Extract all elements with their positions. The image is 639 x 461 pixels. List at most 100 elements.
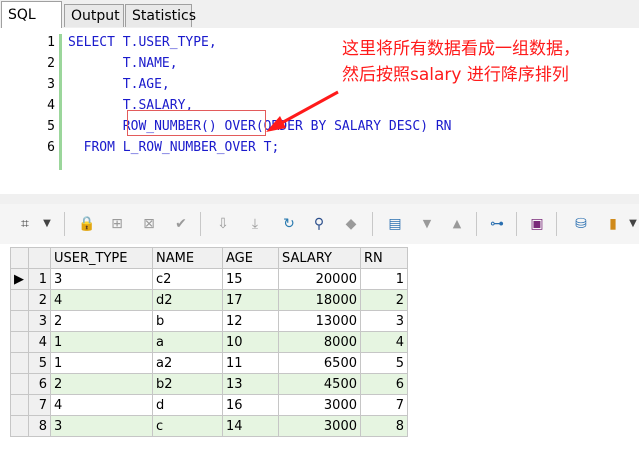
- cell-rn[interactable]: 7: [360, 394, 408, 416]
- change-marker-bar: [59, 34, 62, 170]
- cell-name[interactable]: b: [152, 310, 223, 332]
- column-header-rn[interactable]: RN: [360, 247, 408, 269]
- table-row[interactable]: ▶ 1 3 c2 15 20000 1: [10, 268, 408, 290]
- sort-descending-icon[interactable]: ▼: [418, 215, 436, 233]
- cell-name[interactable]: d2: [152, 289, 223, 311]
- cell-user-type[interactable]: 2: [50, 373, 153, 395]
- column-header-salary[interactable]: SALARY: [278, 247, 361, 269]
- insert-row-icon[interactable]: ⊞: [108, 215, 126, 233]
- cell-rn[interactable]: 4: [360, 331, 408, 353]
- sql-editor[interactable]: 1 2 3 4 5 6 SELECT T.USER_TYPE, T.NAME, …: [0, 28, 639, 195]
- table-row[interactable]: 8 3 c 14 3000 8: [10, 415, 408, 437]
- post-check-icon[interactable]: ✔: [172, 215, 190, 233]
- move-last-icon[interactable]: ⤓: [246, 215, 264, 233]
- export-icon[interactable]: ⛁: [572, 215, 590, 233]
- cell-age[interactable]: 14: [222, 415, 279, 437]
- cell-age[interactable]: 11: [222, 352, 279, 374]
- cell-user-type[interactable]: 3: [50, 268, 153, 290]
- cell-salary[interactable]: 13000: [278, 310, 361, 332]
- line-number: 2: [47, 56, 55, 71]
- cell-name[interactable]: b2: [152, 373, 223, 395]
- line-number: 1: [47, 35, 55, 50]
- cell-user-type[interactable]: 4: [50, 394, 153, 416]
- cell-age[interactable]: 10: [222, 331, 279, 353]
- grid-options-icon[interactable]: ⌗: [16, 215, 34, 233]
- row-selector[interactable]: [10, 331, 29, 353]
- cell-salary[interactable]: 3000: [278, 415, 361, 437]
- cell-name[interactable]: d: [152, 394, 223, 416]
- cell-user-type[interactable]: 1: [50, 331, 153, 353]
- column-header-age[interactable]: AGE: [222, 247, 279, 269]
- cell-salary[interactable]: 18000: [278, 289, 361, 311]
- cell-name[interactable]: a: [152, 331, 223, 353]
- annotation-arrow-icon: [266, 90, 339, 132]
- cell-age[interactable]: 16: [222, 394, 279, 416]
- cell-salary[interactable]: 6500: [278, 352, 361, 374]
- cell-salary[interactable]: 4500: [278, 373, 361, 395]
- clear-icon[interactable]: ◆: [342, 215, 360, 233]
- cell-rn[interactable]: 5: [360, 352, 408, 374]
- row-selector[interactable]: [10, 394, 29, 416]
- code-line: SELECT T.USER_TYPE,: [68, 35, 217, 50]
- row-selector[interactable]: [10, 289, 29, 311]
- lock-icon[interactable]: 🔒: [78, 215, 96, 233]
- table-row[interactable]: 7 4 d 16 3000 7: [10, 394, 408, 416]
- cell-name[interactable]: c: [152, 415, 223, 437]
- dropdown-icon[interactable]: ▼: [38, 215, 56, 233]
- cell-user-type[interactable]: 3: [50, 415, 153, 437]
- cell-name[interactable]: c2: [152, 268, 223, 290]
- move-first-icon[interactable]: ⇩: [214, 215, 232, 233]
- column-header-user-type[interactable]: USER_TYPE: [50, 247, 153, 269]
- cell-age[interactable]: 17: [222, 289, 279, 311]
- refresh-icon[interactable]: ↻: [280, 215, 298, 233]
- tree-view-icon[interactable]: ⊶: [488, 215, 506, 233]
- cell-rn[interactable]: 1: [360, 268, 408, 290]
- cell-user-type[interactable]: 2: [50, 310, 153, 332]
- line-number: 6: [47, 140, 55, 155]
- find-icon[interactable]: ⚲: [310, 215, 328, 233]
- delete-row-icon[interactable]: ⊠: [140, 215, 158, 233]
- column-header-name[interactable]: NAME: [152, 247, 223, 269]
- row-number: 7: [28, 394, 51, 416]
- row-selector[interactable]: [10, 373, 29, 395]
- row-selector[interactable]: [10, 310, 29, 332]
- cell-age[interactable]: 13: [222, 373, 279, 395]
- code-line: T.NAME,: [68, 56, 178, 71]
- more-icon[interactable]: ▼: [624, 215, 639, 233]
- row-selector[interactable]: [10, 352, 29, 374]
- row-selector[interactable]: [10, 415, 29, 437]
- tab-statistics[interactable]: Statistics: [125, 4, 196, 27]
- save-icon[interactable]: ▣: [528, 215, 546, 233]
- annotation-text: 然后按照salary 进行降序排列: [342, 65, 569, 85]
- cell-rn[interactable]: 8: [360, 415, 408, 437]
- chart-icon[interactable]: ▮: [604, 215, 622, 233]
- row-selector[interactable]: ▶: [10, 268, 29, 290]
- table-row[interactable]: 2 4 d2 17 18000 2: [10, 289, 408, 311]
- table-row[interactable]: 3 2 b 12 13000 3: [10, 310, 408, 332]
- cell-user-type[interactable]: 1: [50, 352, 153, 374]
- sort-ascending-icon[interactable]: ▲: [448, 215, 466, 233]
- cell-age[interactable]: 12: [222, 310, 279, 332]
- row-number: 2: [28, 289, 51, 311]
- results-toolbar: ⌗ ▼ 🔒 ⊞ ⊠ ✔ ⇩ ⤓ ↻ ⚲ ◆ ▤ ▼ ▲ ⊶ ▣ ⛁ ▮ ▼: [0, 204, 639, 245]
- row-number: 1: [28, 268, 51, 290]
- cell-rn[interactable]: 6: [360, 373, 408, 395]
- tab-bar: SQL Output Statistics: [0, 0, 639, 29]
- results-grid: USER_TYPE NAME AGE SALARY RN ▶ 1 3 c2 15…: [0, 244, 639, 461]
- cell-salary[interactable]: 3000: [278, 394, 361, 416]
- line-number: 4: [47, 98, 55, 113]
- tab-sql[interactable]: SQL: [1, 1, 62, 28]
- tab-output[interactable]: Output: [64, 4, 124, 27]
- cell-salary[interactable]: 20000: [278, 268, 361, 290]
- cell-name[interactable]: a2: [152, 352, 223, 374]
- cell-salary[interactable]: 8000: [278, 331, 361, 353]
- cell-age[interactable]: 15: [222, 268, 279, 290]
- cell-user-type[interactable]: 4: [50, 289, 153, 311]
- table-row[interactable]: 6 2 b2 13 4500 6: [10, 373, 408, 395]
- code-line: T.AGE,: [68, 77, 170, 92]
- save-results-icon[interactable]: ▤: [386, 215, 404, 233]
- cell-rn[interactable]: 2: [360, 289, 408, 311]
- cell-rn[interactable]: 3: [360, 310, 408, 332]
- table-row[interactable]: 5 1 a2 11 6500 5: [10, 352, 408, 374]
- table-row[interactable]: 4 1 a 10 8000 4: [10, 331, 408, 353]
